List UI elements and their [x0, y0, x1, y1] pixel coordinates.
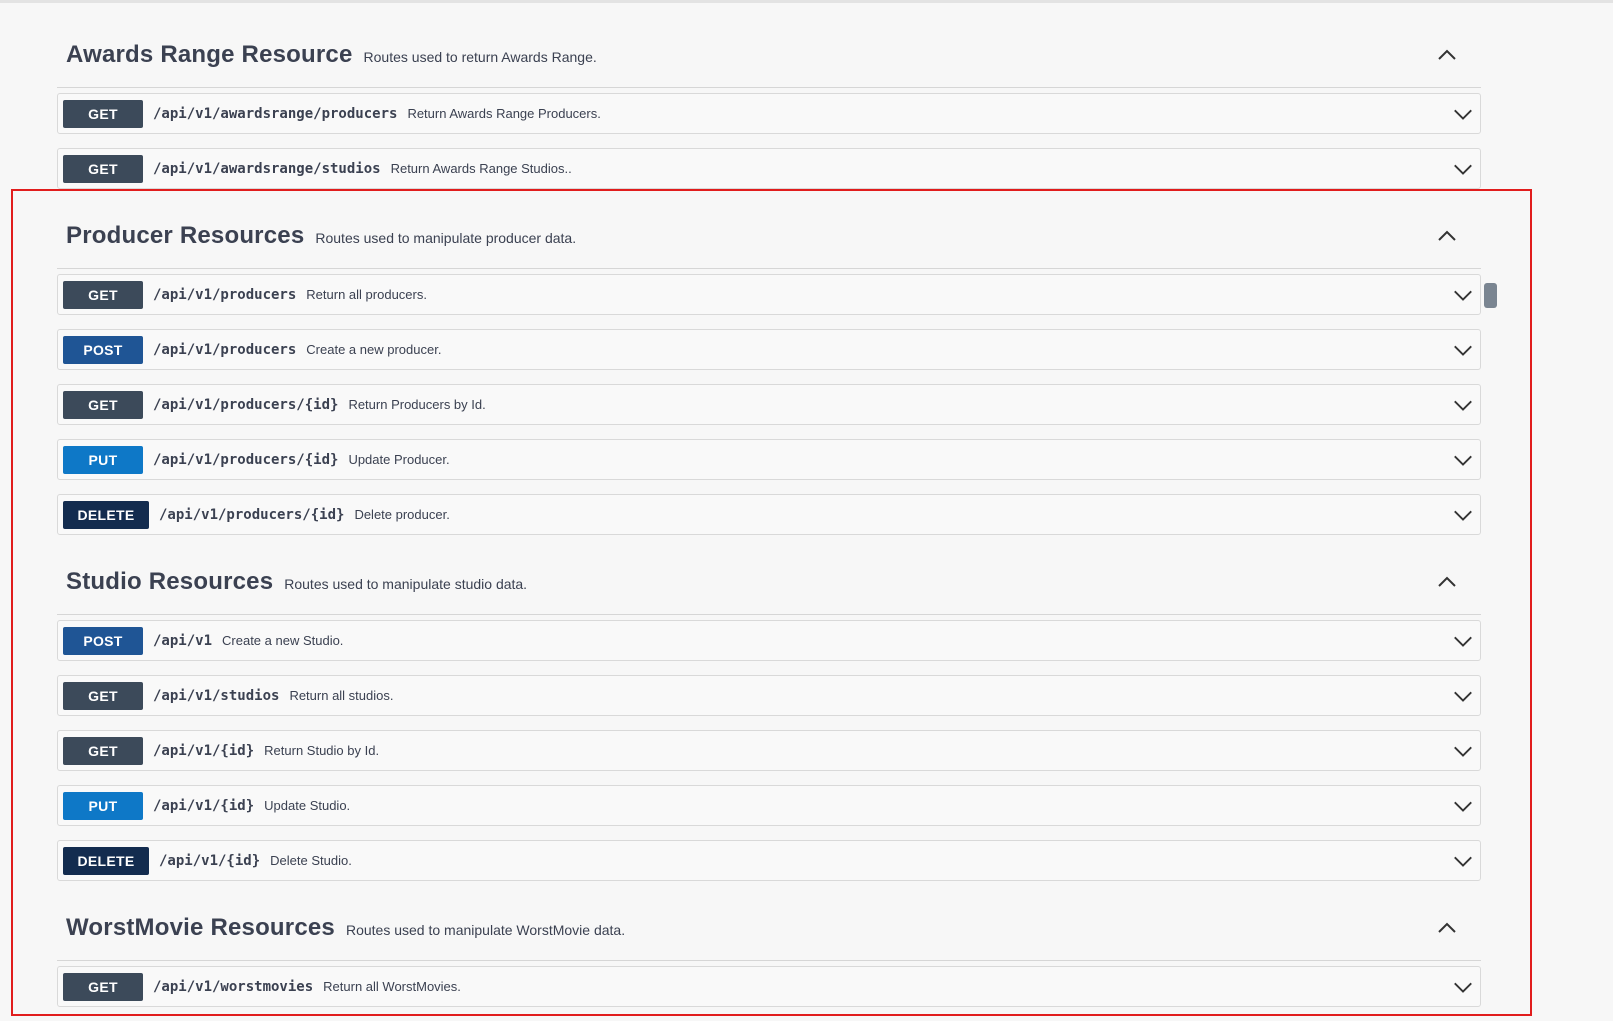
- operations-list: GET/api/v1/awardsrange/producers Return A…: [57, 93, 1481, 189]
- operation-summary: Return all studios.: [289, 688, 394, 703]
- section-description: Routes used to manipulate studio data.: [284, 575, 528, 592]
- method-badge: GET: [63, 736, 143, 765]
- section-title: WorstMovie Resources: [66, 913, 335, 941]
- operation-row[interactable]: GET/api/v1/producers/{id} Return Producer…: [57, 384, 1481, 425]
- section-header[interactable]: WorstMovie Resources Routes used to manip…: [57, 895, 1481, 961]
- method-badge: GET: [63, 390, 143, 419]
- operation-row[interactable]: PUT/api/v1/{id} Update Studio.: [57, 785, 1481, 826]
- operation-path: /api/v1/producers: [153, 341, 297, 358]
- top-edge-divider: [0, 0, 1613, 3]
- chevron-down-icon[interactable]: [1452, 740, 1474, 762]
- method-badge: DELETE: [63, 846, 149, 875]
- operation-path: /api/v1/{id}: [153, 742, 255, 759]
- chevron-down-icon[interactable]: [1452, 284, 1474, 306]
- operation-summary: Return Studio by Id.: [264, 743, 380, 758]
- section-header[interactable]: Awards Range Resource Routes used to retu…: [57, 22, 1481, 88]
- operation-path: /api/v1/producers/{id}: [159, 506, 345, 523]
- section-title: Studio Resources: [66, 567, 274, 595]
- chevron-down-icon[interactable]: [1452, 449, 1474, 471]
- operation-path: /api/v1/producers: [153, 286, 297, 303]
- method-badge: GET: [63, 681, 143, 710]
- method-badge: GET: [63, 154, 143, 183]
- operation-path: /api/v1/worstmovies: [153, 978, 314, 995]
- section-title: Producer Resources: [66, 221, 305, 249]
- operation-summary: Return Awards Range Producers.: [407, 106, 601, 121]
- method-badge: POST: [63, 335, 143, 364]
- operation-row[interactable]: DELETE/api/v1/{id} Delete Studio.: [57, 840, 1481, 881]
- chevron-down-icon[interactable]: [1452, 685, 1474, 707]
- operation-path: /api/v1/{id}: [159, 852, 261, 869]
- operation-row[interactable]: GET/api/v1/{id} Return Studio by Id.: [57, 730, 1481, 771]
- operation-summary: Update Producer.: [348, 452, 450, 467]
- operations-list: POST/api/v1 Create a new Studio. GET/api/v…: [57, 620, 1481, 881]
- operation-summary: Create a new producer.: [306, 342, 442, 357]
- copy-handle-icon[interactable]: [1484, 283, 1497, 308]
- chevron-down-icon[interactable]: [1452, 504, 1474, 526]
- operation-summary: Return all producers.: [306, 287, 427, 302]
- method-badge: GET: [63, 280, 143, 309]
- operation-row[interactable]: GET/api/v1/worstmovies Return all WorstMo…: [57, 966, 1481, 1007]
- operation-summary: Return Producers by Id.: [348, 397, 486, 412]
- operation-summary: Return all WorstMovies.: [323, 979, 461, 994]
- method-badge: PUT: [63, 791, 143, 820]
- operations-list: GET/api/v1/producers Return all producers…: [57, 274, 1497, 535]
- section-description: Routes used to return Awards Range.: [363, 48, 597, 65]
- operation-row[interactable]: GET/api/v1/producers Return all producers…: [57, 274, 1497, 315]
- chevron-up-icon[interactable]: [1435, 43, 1459, 67]
- chevron-down-icon[interactable]: [1452, 339, 1474, 361]
- chevron-down-icon[interactable]: [1452, 103, 1474, 125]
- operations-list: GET/api/v1/worstmovies Return all WorstMo…: [57, 966, 1481, 1007]
- operation-path: /api/v1/awardsrange/studios: [153, 160, 381, 177]
- chevron-down-icon[interactable]: [1452, 795, 1474, 817]
- operation-path: /api/v1: [153, 632, 213, 649]
- chevron-down-icon[interactable]: [1452, 158, 1474, 180]
- operation-summary: Delete producer.: [354, 507, 450, 522]
- section-header[interactable]: Producer Resources Routes used to manipul…: [57, 203, 1481, 269]
- chevron-down-icon[interactable]: [1452, 976, 1474, 998]
- section-title: Awards Range Resource: [66, 40, 353, 68]
- operation-row[interactable]: GET/api/v1/awardsrange/studios Return Awa…: [57, 148, 1481, 189]
- method-badge: DELETE: [63, 500, 149, 529]
- operation-path: /api/v1/{id}: [153, 797, 255, 814]
- operation-row[interactable]: DELETE/api/v1/producers/{id} Delete produ…: [57, 494, 1481, 535]
- operation-summary: Create a new Studio.: [222, 633, 344, 648]
- operation-path: /api/v1/producers/{id}: [153, 396, 339, 413]
- chevron-down-icon[interactable]: [1452, 850, 1474, 872]
- operation-summary: Delete Studio.: [270, 853, 352, 868]
- operation-row[interactable]: GET/api/v1/awardsrange/producers Return A…: [57, 93, 1481, 134]
- operation-row[interactable]: POST/api/v1 Create a new Studio.: [57, 620, 1481, 661]
- operation-row[interactable]: POST/api/v1/producers Create a new produc…: [57, 329, 1481, 370]
- method-badge: GET: [63, 99, 143, 128]
- section-header[interactable]: Studio Resources Routes used to manipulat…: [57, 549, 1481, 615]
- operation-row[interactable]: GET/api/v1/studios Return all studios.: [57, 675, 1481, 716]
- operation-path: /api/v1/studios: [153, 687, 280, 704]
- operation-path: /api/v1/producers/{id}: [153, 451, 339, 468]
- operation-path: /api/v1/awardsrange/producers: [153, 105, 398, 122]
- operation-summary: Update Studio.: [264, 798, 351, 813]
- operation-summary: Return Awards Range Studios..: [390, 161, 572, 176]
- method-badge: PUT: [63, 445, 143, 474]
- chevron-up-icon[interactable]: [1435, 916, 1459, 940]
- section-description: Routes used to manipulate WorstMovie dat…: [345, 921, 626, 938]
- chevron-down-icon[interactable]: [1452, 394, 1474, 416]
- section-description: Routes used to manipulate producer data.: [315, 229, 577, 246]
- method-badge: GET: [63, 972, 143, 1001]
- method-badge: POST: [63, 626, 143, 655]
- api-groups-container: Awards Range Resource Routes used to retu…: [57, 22, 1497, 1021]
- chevron-up-icon[interactable]: [1435, 570, 1459, 594]
- chevron-down-icon[interactable]: [1452, 630, 1474, 652]
- operation-row[interactable]: PUT/api/v1/producers/{id} Update Producer…: [57, 439, 1481, 480]
- chevron-up-icon[interactable]: [1435, 224, 1459, 248]
